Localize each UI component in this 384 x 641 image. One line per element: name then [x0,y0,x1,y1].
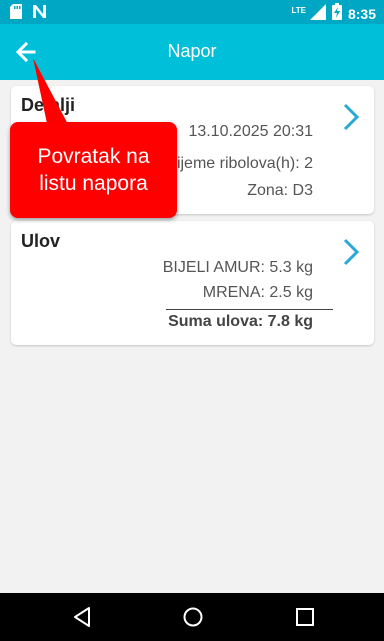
status-time: 8:35 [347,6,376,22]
sum-divider [166,309,333,310]
recents-square-icon[interactable] [293,605,317,629]
system-nav-bar [0,593,384,641]
app-bar: Napor [0,24,384,80]
chevron-right-icon[interactable] [342,102,360,132]
catch-sum: Suma ulova: 7.8 kg [168,313,313,330]
page-title: Napor [167,41,217,61]
home-circle-icon[interactable] [181,605,205,629]
sd-card-icon [10,4,22,24]
catch-row: MRENA: 2.5 kg [202,284,313,301]
battery-charging-icon [331,3,342,25]
n-notification-icon [32,4,47,24]
tooltip-line-1: Povratak na [37,145,150,168]
status-bar: LTE 8:35 [0,0,384,24]
zone-value: Zona: D3 [247,182,313,199]
fishing-time: Vrijeme ribolova(h): 2 [161,155,313,172]
tooltip-line-2: listu napora [39,172,148,195]
catch-row: BIJELI AMUR: 5.3 kg [162,259,313,276]
back-hint-tooltip: Povratak na listu napora [10,122,177,218]
chevron-right-icon[interactable] [342,237,360,267]
signal-icon [309,3,326,25]
catch-card[interactable]: Ulov BIJELI AMUR: 5.3 kg MRENA: 2.5 kg S… [11,221,374,345]
network-type-label: LTE [291,5,306,15]
back-triangle-icon[interactable] [70,605,94,629]
catch-card-title: Ulov [21,231,61,251]
details-card-title: Detalji [21,95,76,115]
effort-date: 13.10.2025 20:31 [188,123,313,140]
